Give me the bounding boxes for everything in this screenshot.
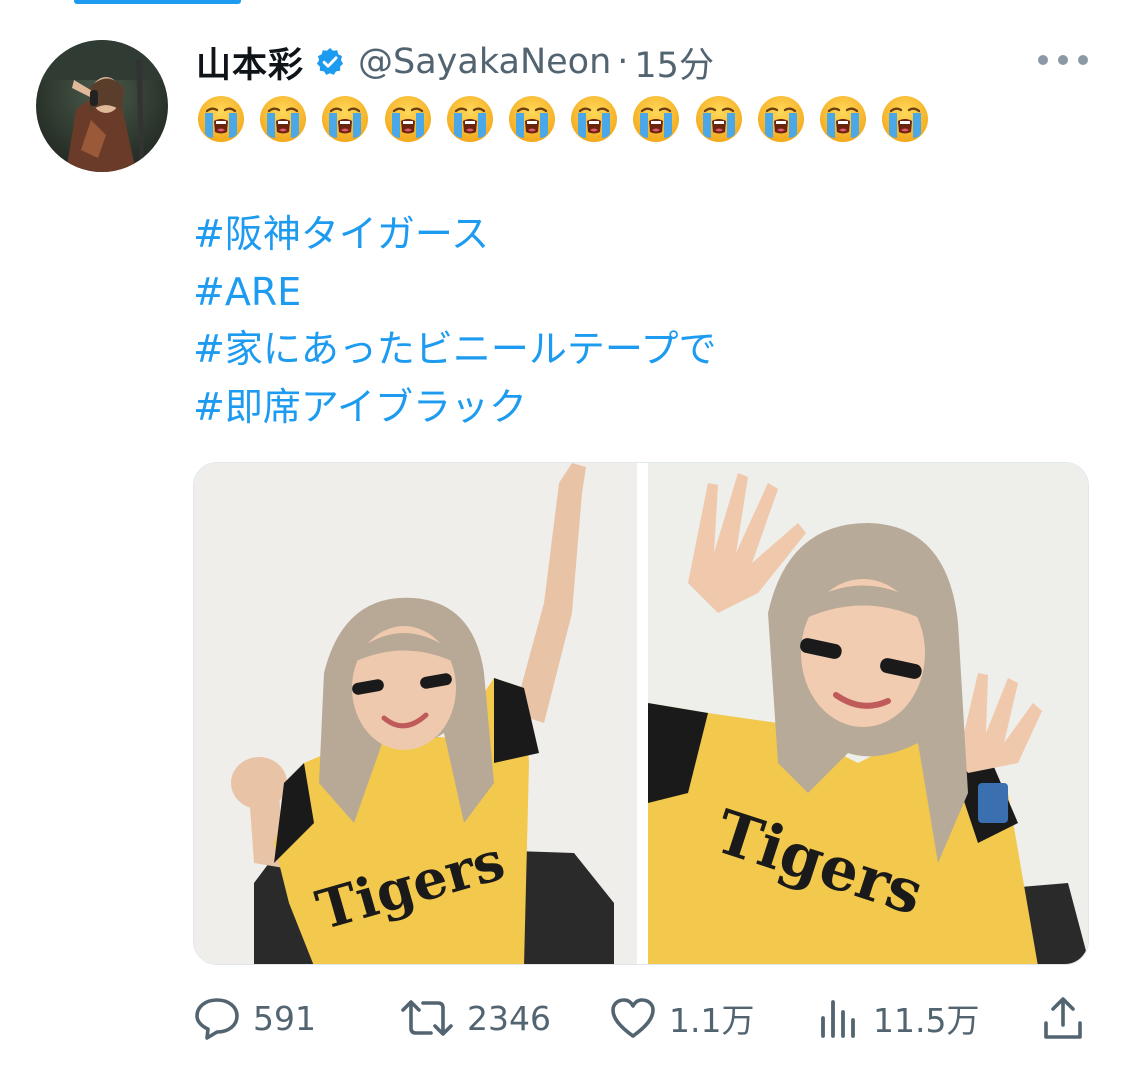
timestamp[interactable]: 15分 xyxy=(634,37,714,88)
media-grid: Tigers Tigers xyxy=(193,462,1089,965)
loudly-crying-face-icon xyxy=(633,96,680,142)
hashtag-link[interactable]: #阪神タイガース xyxy=(193,206,717,264)
retweet-button[interactable]: 2346 xyxy=(399,992,551,1044)
loudly-crying-face-icon xyxy=(757,96,804,142)
avatar-image xyxy=(36,40,168,172)
retweet-icon xyxy=(399,996,455,1040)
tweet-hashtags: #阪神タイガース #ARE #家にあったビニールテープで #即席アイブラック xyxy=(193,206,717,436)
more-icon xyxy=(1038,55,1048,65)
more-icon-dot xyxy=(1078,55,1088,65)
views-button[interactable]: 11.5万 xyxy=(817,992,979,1044)
verified-badge-icon xyxy=(314,46,346,78)
more-icon-dot xyxy=(1058,55,1068,65)
reply-count: 591 xyxy=(253,998,316,1038)
tweet-header: 山本彩 @SayakaNeon · 15分 xyxy=(196,34,714,90)
user-handle[interactable]: @SayakaNeon xyxy=(358,42,611,82)
loudly-crying-face-icon xyxy=(446,96,493,142)
loudly-crying-face-icon xyxy=(695,96,742,142)
heart-icon xyxy=(609,996,657,1040)
tweet-page: 山本彩 @SayakaNeon · 15分 #阪神タイガース #ARE #家にあ… xyxy=(0,0,1125,1066)
more-button[interactable] xyxy=(1038,50,1088,70)
loudly-crying-face-icon xyxy=(322,96,369,142)
loudly-crying-face-icon xyxy=(384,96,431,142)
photo-1[interactable]: Tigers xyxy=(194,463,637,964)
loudly-crying-face-icon xyxy=(508,96,555,142)
tweet-actions: 591 2346 1.1万 11.5万 xyxy=(193,992,1089,1044)
hashtag-link[interactable]: #ARE xyxy=(193,264,717,322)
like-count: 1.1万 xyxy=(669,1001,755,1040)
tweet-emoji-row xyxy=(196,94,942,148)
loudly-crying-face-icon xyxy=(198,96,244,142)
like-button[interactable]: 1.1万 xyxy=(609,992,754,1044)
views-count: 11.5万 xyxy=(873,1001,980,1040)
avatar[interactable] xyxy=(36,40,168,172)
loudly-crying-face-icon xyxy=(571,96,618,142)
loudly-crying-face-icon xyxy=(882,96,929,142)
reply-icon xyxy=(193,996,241,1040)
hashtag-link[interactable]: #家にあったビニールテープで xyxy=(193,321,717,379)
retweet-count: 2346 xyxy=(467,998,551,1038)
share-icon xyxy=(1041,995,1085,1041)
loudly-crying-face-icon xyxy=(260,96,307,142)
loudly-crying-face-icon xyxy=(819,96,866,142)
views-icon xyxy=(817,996,861,1040)
photo-2[interactable]: Tigers xyxy=(648,463,1088,964)
tab-indicator xyxy=(74,0,241,4)
display-name[interactable]: 山本彩 xyxy=(196,37,304,88)
hashtag-link[interactable]: #即席アイブラック xyxy=(193,379,717,437)
share-button[interactable] xyxy=(1041,992,1085,1044)
reply-button[interactable]: 591 xyxy=(193,992,316,1044)
separator-dot: · xyxy=(617,42,629,82)
